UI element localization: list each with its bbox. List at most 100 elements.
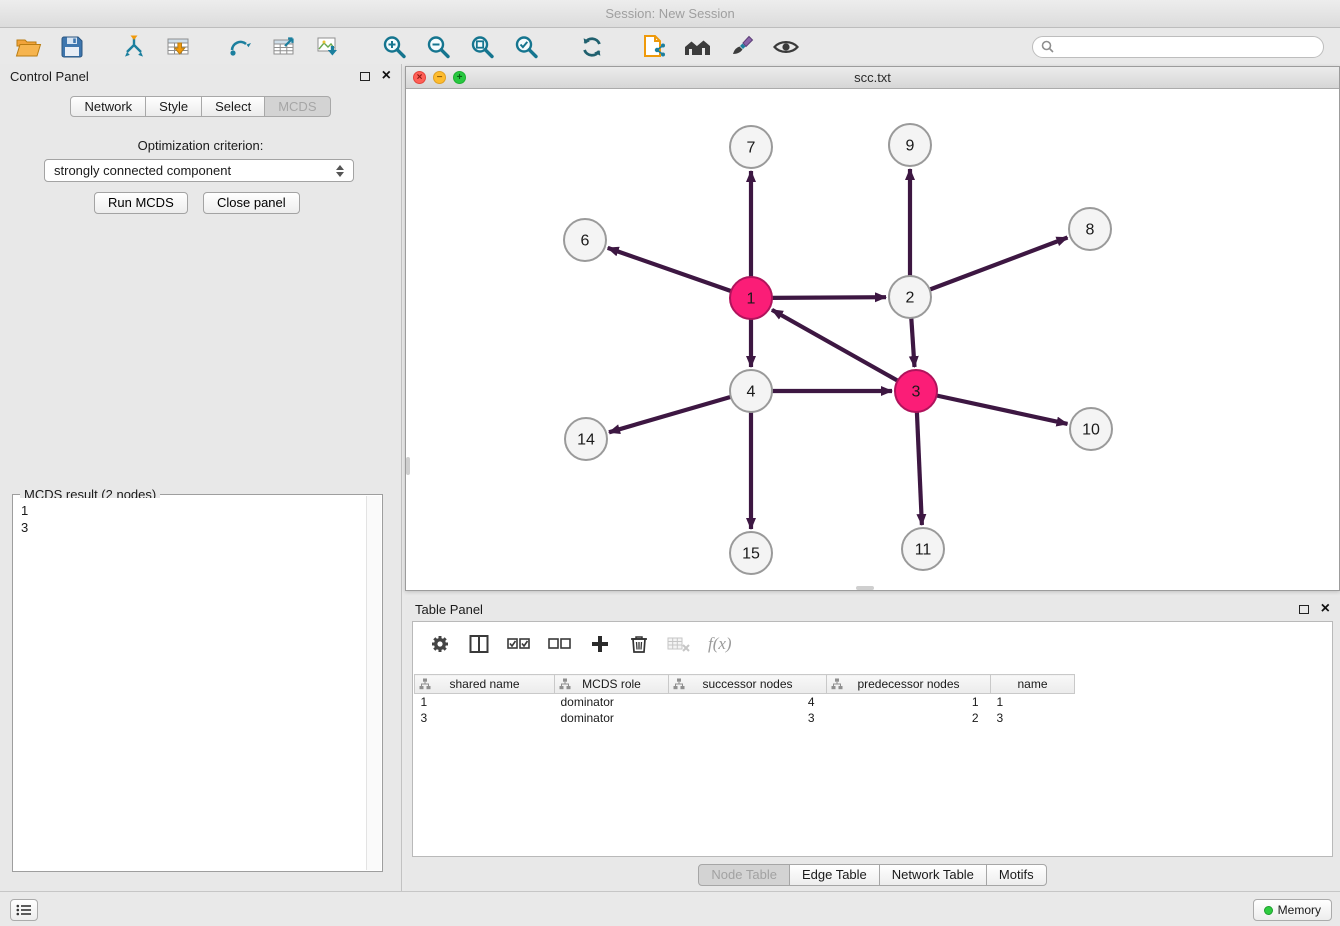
graph-node-1[interactable]: 1 <box>730 277 772 319</box>
result-scrollbar[interactable] <box>366 496 381 870</box>
zoom-selected-button[interactable] <box>508 32 544 62</box>
cell-predecessor-nodes[interactable]: 2 <box>827 710 991 726</box>
tab-mcds[interactable]: MCDS <box>265 96 330 117</box>
svg-text:4: 4 <box>747 384 756 401</box>
zoom-fit-button[interactable] <box>464 32 500 62</box>
memory-button[interactable]: Memory <box>1253 899 1332 921</box>
cell-successor-nodes[interactable]: 3 <box>669 710 827 726</box>
vertical-scrollbar[interactable] <box>406 457 410 475</box>
column-header-label: predecessor nodes <box>857 677 959 691</box>
svg-text:14: 14 <box>577 432 595 449</box>
tab-node-table[interactable]: Node Table <box>698 864 790 886</box>
column-header-predecessor-nodes[interactable]: predecessor nodes <box>827 675 991 694</box>
cell-shared-name[interactable]: 1 <box>415 694 555 710</box>
graph-node-9[interactable]: 9 <box>889 124 931 166</box>
edge-1-to-6[interactable] <box>608 248 732 291</box>
cell-name[interactable]: 1 <box>991 694 1075 710</box>
export-network-button[interactable] <box>222 32 258 62</box>
graph-node-10[interactable]: 10 <box>1070 408 1112 450</box>
mcds-result-text[interactable]: 1 3 <box>15 498 364 868</box>
column-header-label: name <box>1017 677 1047 691</box>
edge-1-to-2[interactable] <box>772 297 886 298</box>
show-columns-button[interactable] <box>468 634 490 654</box>
add-column-button[interactable] <box>589 635 611 653</box>
close-panel-icon[interactable]: × <box>1321 601 1330 617</box>
delete-table-icon <box>667 635 691 653</box>
graph-node-15[interactable]: 15 <box>730 532 772 574</box>
open-session-button[interactable] <box>10 32 46 62</box>
edge-3-to-10[interactable] <box>937 396 1068 424</box>
svg-text:1: 1 <box>747 291 756 308</box>
refresh-view-button[interactable] <box>574 32 610 62</box>
export-table-button[interactable] <box>266 32 302 62</box>
close-panel-icon[interactable]: × <box>382 68 391 84</box>
import-table-button[interactable] <box>160 32 196 62</box>
tab-edge-table[interactable]: Edge Table <box>789 864 880 886</box>
zoom-in-icon <box>381 34 407 60</box>
criterion-dropdown[interactable]: strongly connected component <box>44 159 354 182</box>
select-all-checkboxes-button[interactable] <box>507 636 531 652</box>
network-overview-button[interactable] <box>680 32 716 62</box>
cell-name[interactable]: 3 <box>991 710 1075 726</box>
graph-node-6[interactable]: 6 <box>564 219 606 261</box>
cell-MCDS-role[interactable]: dominator <box>555 710 669 726</box>
edge-4-to-14[interactable] <box>609 397 731 432</box>
search-input[interactable] <box>1059 40 1315 54</box>
column-header-MCDS-role[interactable]: MCDS role <box>555 675 669 694</box>
edge-3-to-1[interactable] <box>772 310 898 381</box>
table-settings-button[interactable] <box>429 634 451 654</box>
table-row[interactable]: 1dominator411 <box>415 694 1075 710</box>
function-builder-button[interactable]: f(x) <box>708 634 732 654</box>
horizontal-scrollbar[interactable] <box>856 586 874 590</box>
network-window-titlebar: scc.txt × − + <box>406 67 1339 89</box>
close-panel-button[interactable]: Close panel <box>203 192 300 214</box>
zoom-in-button[interactable] <box>376 32 412 62</box>
graph-node-14[interactable]: 14 <box>565 418 607 460</box>
graph-node-11[interactable]: 11 <box>902 528 944 570</box>
tab-select[interactable]: Select <box>202 96 265 117</box>
zoom-window-button[interactable]: + <box>453 71 466 84</box>
tab-network-table[interactable]: Network Table <box>879 864 987 886</box>
edge-2-to-3[interactable] <box>911 318 914 367</box>
node-table-header-row: shared nameMCDS rolesuccessor nodes prede… <box>415 675 1075 694</box>
clone-network-button[interactable] <box>636 32 672 62</box>
search-box[interactable] <box>1032 36 1324 58</box>
graph-node-2[interactable]: 2 <box>889 276 931 318</box>
float-window-icon[interactable] <box>360 72 370 81</box>
delete-column-button[interactable] <box>628 634 650 654</box>
criterion-dropdown-value: strongly connected component <box>54 163 231 178</box>
cell-MCDS-role[interactable]: dominator <box>555 694 669 710</box>
table-row[interactable]: 3dominator323 <box>415 710 1075 726</box>
network-canvas[interactable]: 1 2 3 4 6 7 8 9 10 11 14 15 <box>406 89 1339 590</box>
tab-style[interactable]: Style <box>146 96 202 117</box>
task-history-button[interactable] <box>10 899 38 921</box>
import-network-button[interactable] <box>116 32 152 62</box>
show-hide-graphics-button[interactable] <box>768 32 804 62</box>
clear-all-checkboxes-button[interactable] <box>548 636 572 652</box>
edge-3-to-11[interactable] <box>917 412 922 525</box>
tab-motifs[interactable]: Motifs <box>986 864 1047 886</box>
cell-shared-name[interactable]: 3 <box>415 710 555 726</box>
edge-2-to-8[interactable] <box>930 238 1068 290</box>
column-header-shared-name[interactable]: shared name <box>415 675 555 694</box>
minimize-window-button[interactable]: − <box>433 71 446 84</box>
save-session-button[interactable] <box>54 32 90 62</box>
graph-node-4[interactable]: 4 <box>730 370 772 412</box>
export-image-button[interactable] <box>310 32 346 62</box>
svg-text:7: 7 <box>747 140 756 157</box>
tab-network[interactable]: Network <box>70 96 146 117</box>
column-hierarchy-icon <box>419 678 431 690</box>
cell-successor-nodes[interactable]: 4 <box>669 694 827 710</box>
column-header-name[interactable]: name <box>991 675 1075 694</box>
close-window-button[interactable]: × <box>413 71 426 84</box>
graph-node-7[interactable]: 7 <box>730 126 772 168</box>
apply-style-button[interactable] <box>724 32 760 62</box>
graph-node-3[interactable]: 3 <box>895 370 937 412</box>
run-mcds-button[interactable]: Run MCDS <box>94 192 188 214</box>
zoom-out-button[interactable] <box>420 32 456 62</box>
cell-predecessor-nodes[interactable]: 1 <box>827 694 991 710</box>
column-header-successor-nodes[interactable]: successor nodes <box>669 675 827 694</box>
svg-text:2: 2 <box>906 290 915 307</box>
graph-node-8[interactable]: 8 <box>1069 208 1111 250</box>
float-window-icon[interactable] <box>1299 605 1309 614</box>
